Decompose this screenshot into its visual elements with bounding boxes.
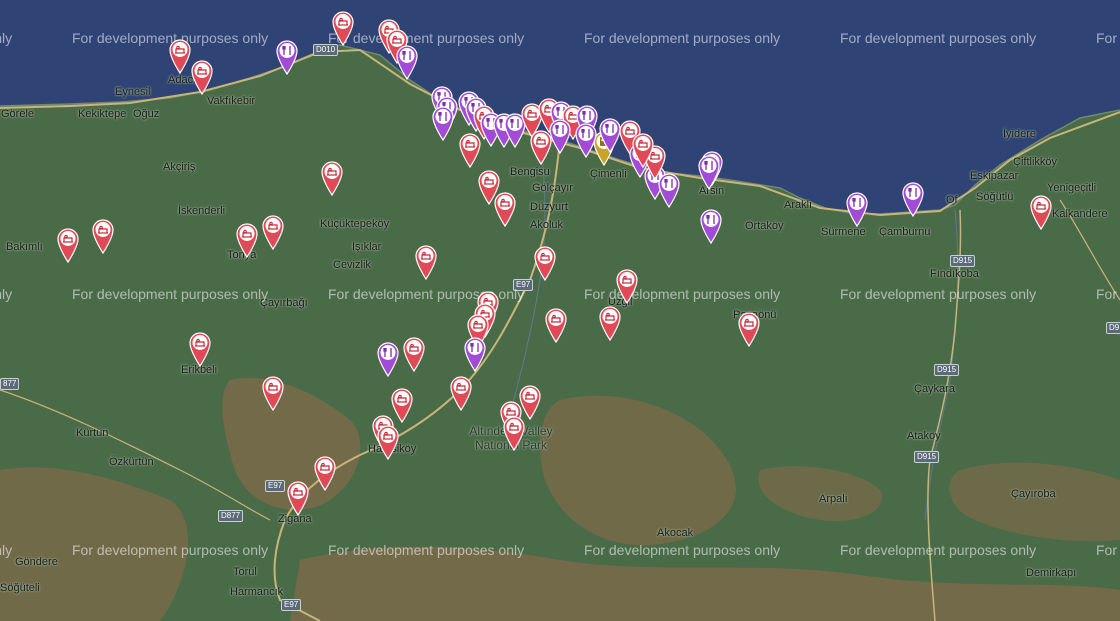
place-label: Of (946, 194, 958, 206)
place-label: Çamburnu (879, 226, 931, 238)
place-label: Fındıkoba (930, 268, 979, 280)
place-label: Kürtün (76, 427, 109, 439)
hotel-marker[interactable] (331, 10, 355, 46)
place-label: Özkürtün (109, 456, 154, 468)
place-label: Söğüteli (0, 582, 40, 594)
place-label: Çimenli (590, 168, 627, 180)
place-label: Yenigeçitli (1047, 182, 1097, 194)
place-label: Kekiktepe (78, 108, 127, 120)
place-label: Sürmene (821, 226, 866, 238)
restaurant-marker[interactable] (699, 208, 723, 244)
hotel-marker[interactable] (313, 455, 337, 491)
hotel-marker[interactable] (320, 160, 344, 196)
place-label: Bakımlı (6, 241, 43, 253)
hotel-marker[interactable] (188, 331, 212, 367)
restaurant-marker[interactable] (463, 336, 487, 372)
hotel-marker[interactable] (261, 375, 285, 411)
place-label: Çaykara (914, 383, 955, 395)
road-shield: E97 (281, 599, 302, 611)
restaurant-marker[interactable] (275, 39, 299, 75)
place-label: Vakfıkebir (207, 95, 256, 107)
place-label: Demirkapı (1026, 567, 1077, 579)
place-label: Kalkandere (1052, 208, 1108, 220)
restaurant-marker[interactable] (598, 117, 622, 153)
hotel-marker[interactable] (598, 305, 622, 341)
place-label: Göndere (15, 556, 58, 568)
hotel-marker[interactable] (737, 311, 761, 347)
hotel-marker[interactable] (615, 268, 639, 304)
restaurant-marker[interactable] (697, 154, 721, 190)
place-label: Söğütlü (976, 191, 1014, 203)
road-shield: E97 (513, 279, 534, 291)
place-label: Akoluk (530, 219, 564, 231)
hotel-marker[interactable] (533, 245, 557, 281)
hotel-marker[interactable] (190, 59, 214, 95)
hotel-marker[interactable] (235, 222, 259, 258)
place-label: Bengisu (510, 166, 550, 178)
hotel-marker[interactable] (91, 218, 115, 254)
road-shield: 877 (0, 378, 20, 390)
hotel-marker[interactable] (1029, 194, 1053, 230)
hotel-marker[interactable] (414, 244, 438, 280)
place-label: Küçüktepeköy (320, 218, 390, 230)
road-shield: D915 (950, 255, 976, 267)
hotel-marker[interactable] (458, 132, 482, 168)
place-label: Ortaköy (745, 220, 784, 232)
hotel-marker[interactable] (631, 132, 655, 168)
road-shield: D877 (218, 510, 244, 522)
place-label: Düzyurt (530, 201, 568, 213)
restaurant-marker[interactable] (431, 105, 455, 141)
place-label: Çayıroba (1011, 488, 1056, 500)
place-label: İyidere (1003, 128, 1037, 140)
restaurant-marker[interactable] (395, 44, 419, 80)
place-label: Çayırbağı (260, 297, 308, 309)
place-label: Arpalı (819, 493, 848, 505)
place-label: Akçiriş (163, 161, 196, 173)
restaurant-marker[interactable] (548, 118, 572, 154)
hotel-marker[interactable] (402, 336, 426, 372)
restaurant-marker[interactable] (845, 191, 869, 227)
road-shield: E97 (265, 480, 286, 492)
place-label: Görele (1, 108, 35, 120)
place-label: Oğuz (133, 108, 160, 120)
hotel-marker[interactable] (261, 214, 285, 250)
road-shield: D915 (914, 451, 940, 463)
place-label: Ataköy (907, 430, 941, 442)
place-label: Eynesil (115, 86, 151, 98)
road-shield: D9 (1106, 322, 1120, 334)
place-label: Gölçayır (532, 182, 573, 194)
place-label: Çiftlikköy (1013, 156, 1058, 168)
place-label: Eskipazar (970, 170, 1019, 182)
restaurant-marker[interactable] (574, 122, 598, 158)
hotel-marker[interactable] (493, 191, 517, 227)
hotel-marker[interactable] (286, 480, 310, 516)
restaurant-marker[interactable] (901, 181, 925, 217)
hotel-marker[interactable] (449, 375, 473, 411)
road-shield: D915 (934, 364, 960, 376)
place-label: Akocak (657, 527, 694, 539)
place-label: Işıklar (352, 241, 382, 253)
hotel-marker[interactable] (502, 415, 526, 451)
place-label: İskenderli (178, 205, 226, 217)
place-label: Cevizlik (333, 259, 371, 271)
hotel-marker[interactable] (376, 424, 400, 460)
hotel-marker[interactable] (544, 307, 568, 343)
hotel-marker[interactable] (56, 227, 80, 263)
place-label: Harmancık (230, 586, 284, 598)
map-canvas[interactable]: Görele Eynesil Kekiktepe Oğuz Vakfıkebir… (0, 0, 1120, 621)
place-label: Torul (233, 566, 257, 578)
hotel-marker[interactable] (168, 38, 192, 74)
restaurant-marker[interactable] (376, 341, 400, 377)
place-label: Araklı (784, 199, 813, 211)
